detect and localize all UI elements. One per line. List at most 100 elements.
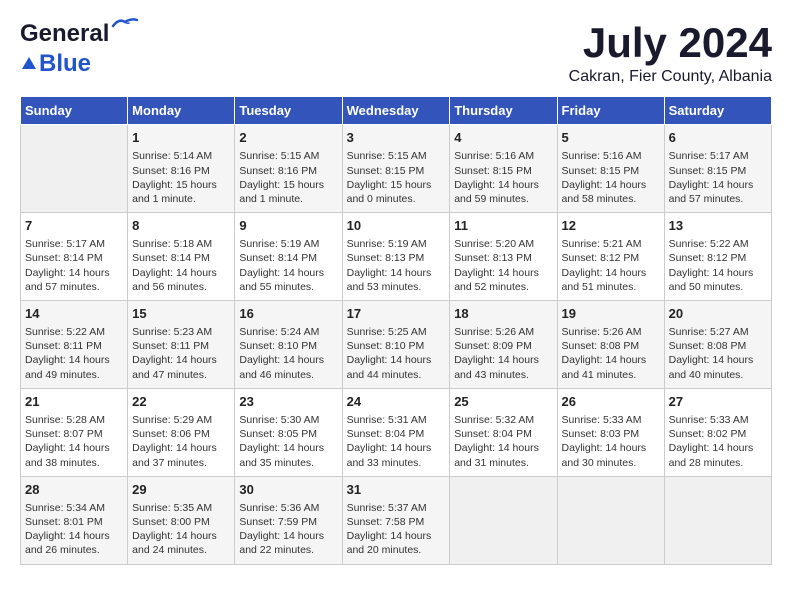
calendar-cell: 19 Sunrise: 5:26 AM Sunset: 8:08 PM Dayli…: [557, 300, 664, 388]
day-content: Sunrise: 5:28 AM Sunset: 8:07 PM Dayligh…: [25, 413, 123, 470]
day-number: 19: [562, 305, 660, 323]
day-content: Sunrise: 5:15 AM Sunset: 8:15 PM Dayligh…: [347, 149, 446, 206]
day-content: Sunrise: 5:20 AM Sunset: 8:13 PM Dayligh…: [454, 237, 552, 294]
day-content: Sunrise: 5:30 AM Sunset: 8:05 PM Dayligh…: [239, 413, 337, 470]
day-content: Sunrise: 5:15 AM Sunset: 8:16 PM Dayligh…: [239, 149, 337, 206]
day-content: Sunrise: 5:29 AM Sunset: 8:06 PM Dayligh…: [132, 413, 230, 470]
location: Cakran, Fier County, Albania: [569, 68, 772, 86]
day-number: 3: [347, 129, 446, 147]
calendar-cell: 6 Sunrise: 5:17 AM Sunset: 8:15 PM Daylig…: [664, 125, 771, 213]
calendar-week-4: 21 Sunrise: 5:28 AM Sunset: 8:07 PM Dayli…: [21, 388, 772, 476]
col-header-sunday: Sunday: [21, 97, 128, 125]
calendar-cell: 1 Sunrise: 5:14 AM Sunset: 8:16 PM Daylig…: [128, 125, 235, 213]
calendar-cell: 30 Sunrise: 5:36 AM Sunset: 7:59 PM Dayli…: [235, 476, 342, 564]
day-number: 20: [669, 305, 767, 323]
day-content: Sunrise: 5:14 AM Sunset: 8:16 PM Dayligh…: [132, 149, 230, 206]
day-content: Sunrise: 5:19 AM Sunset: 8:13 PM Dayligh…: [347, 237, 446, 294]
calendar-cell: [450, 476, 557, 564]
calendar-body: 1 Sunrise: 5:14 AM Sunset: 8:16 PM Daylig…: [21, 125, 772, 564]
calendar-cell: 22 Sunrise: 5:29 AM Sunset: 8:06 PM Dayli…: [128, 388, 235, 476]
day-content: Sunrise: 5:17 AM Sunset: 8:15 PM Dayligh…: [669, 149, 767, 206]
day-number: 28: [25, 481, 123, 499]
calendar-cell: 12Sunrise: 5:21 AM Sunset: 8:12 PM Dayli…: [557, 213, 664, 301]
calendar-cell: 5Sunrise: 5:16 AM Sunset: 8:15 PM Daylig…: [557, 125, 664, 213]
calendar-cell: 9 Sunrise: 5:19 AM Sunset: 8:14 PM Daylig…: [235, 213, 342, 301]
day-number: 1: [132, 129, 230, 147]
calendar-cell: 16Sunrise: 5:24 AM Sunset: 8:10 PM Dayli…: [235, 300, 342, 388]
day-number: 24: [347, 393, 446, 411]
calendar-cell: 7 Sunrise: 5:17 AM Sunset: 8:14 PM Daylig…: [21, 213, 128, 301]
col-header-thursday: Thursday: [450, 97, 557, 125]
logo: General Blue: [20, 20, 109, 78]
day-number: 15: [132, 305, 230, 323]
day-number: 14: [25, 305, 123, 323]
day-content: Sunrise: 5:26 AM Sunset: 8:08 PM Dayligh…: [562, 325, 660, 382]
day-number: 21: [25, 393, 123, 411]
col-header-saturday: Saturday: [664, 97, 771, 125]
logo-icon: [20, 55, 38, 73]
day-number: 5: [562, 129, 660, 147]
calendar-cell: 27Sunrise: 5:33 AM Sunset: 8:02 PM Dayli…: [664, 388, 771, 476]
day-number: 22: [132, 393, 230, 411]
day-content: Sunrise: 5:34 AM Sunset: 8:01 PM Dayligh…: [25, 501, 123, 558]
day-content: Sunrise: 5:27 AM Sunset: 8:08 PM Dayligh…: [669, 325, 767, 382]
day-content: Sunrise: 5:32 AM Sunset: 8:04 PM Dayligh…: [454, 413, 552, 470]
page-header: General Blue July 2024 Cakran, Fier Coun…: [20, 20, 772, 86]
day-number: 23: [239, 393, 337, 411]
calendar-week-3: 14Sunrise: 5:22 AM Sunset: 8:11 PM Dayli…: [21, 300, 772, 388]
day-number: 6: [669, 129, 767, 147]
day-number: 18: [454, 305, 552, 323]
day-content: Sunrise: 5:25 AM Sunset: 8:10 PM Dayligh…: [347, 325, 446, 382]
calendar-cell: 4Sunrise: 5:16 AM Sunset: 8:15 PM Daylig…: [450, 125, 557, 213]
calendar-cell: 29 Sunrise: 5:35 AM Sunset: 8:00 PM Dayli…: [128, 476, 235, 564]
calendar-cell: 14Sunrise: 5:22 AM Sunset: 8:11 PM Dayli…: [21, 300, 128, 388]
calendar-cell: 28 Sunrise: 5:34 AM Sunset: 8:01 PM Dayli…: [21, 476, 128, 564]
calendar-cell: 8Sunrise: 5:18 AM Sunset: 8:14 PM Daylig…: [128, 213, 235, 301]
calendar-cell: 2 Sunrise: 5:15 AM Sunset: 8:16 PM Daylig…: [235, 125, 342, 213]
calendar-cell: 3 Sunrise: 5:15 AM Sunset: 8:15 PM Daylig…: [342, 125, 450, 213]
day-number: 29: [132, 481, 230, 499]
day-number: 9: [239, 217, 337, 235]
day-number: 26: [562, 393, 660, 411]
day-content: Sunrise: 5:36 AM Sunset: 7:59 PM Dayligh…: [239, 501, 337, 558]
day-number: 17: [347, 305, 446, 323]
calendar-cell: [21, 125, 128, 213]
calendar-cell: 20 Sunrise: 5:27 AM Sunset: 8:08 PM Dayli…: [664, 300, 771, 388]
day-number: 10: [347, 217, 446, 235]
day-content: Sunrise: 5:35 AM Sunset: 8:00 PM Dayligh…: [132, 501, 230, 558]
col-header-friday: Friday: [557, 97, 664, 125]
day-content: Sunrise: 5:22 AM Sunset: 8:12 PM Dayligh…: [669, 237, 767, 294]
calendar-cell: 23 Sunrise: 5:30 AM Sunset: 8:05 PM Dayli…: [235, 388, 342, 476]
day-number: 31: [347, 481, 446, 499]
day-number: 13: [669, 217, 767, 235]
col-header-monday: Monday: [128, 97, 235, 125]
calendar-header-row: SundayMondayTuesdayWednesdayThursdayFrid…: [21, 97, 772, 125]
calendar-table: SundayMondayTuesdayWednesdayThursdayFrid…: [20, 96, 772, 564]
day-number: 30: [239, 481, 337, 499]
day-content: Sunrise: 5:31 AM Sunset: 8:04 PM Dayligh…: [347, 413, 446, 470]
day-content: Sunrise: 5:33 AM Sunset: 8:02 PM Dayligh…: [669, 413, 767, 470]
calendar-cell: 21 Sunrise: 5:28 AM Sunset: 8:07 PM Dayli…: [21, 388, 128, 476]
day-number: 7: [25, 217, 123, 235]
calendar-cell: 17 Sunrise: 5:25 AM Sunset: 8:10 PM Dayli…: [342, 300, 450, 388]
calendar-cell: 26Sunrise: 5:33 AM Sunset: 8:03 PM Dayli…: [557, 388, 664, 476]
day-number: 8: [132, 217, 230, 235]
day-number: 16: [239, 305, 337, 323]
day-content: Sunrise: 5:17 AM Sunset: 8:14 PM Dayligh…: [25, 237, 123, 294]
day-number: 2: [239, 129, 337, 147]
month-title: July 2024: [569, 20, 772, 66]
day-number: 12: [562, 217, 660, 235]
title-block: July 2024 Cakran, Fier County, Albania: [569, 20, 772, 86]
calendar-cell: 31Sunrise: 5:37 AM Sunset: 7:58 PM Dayli…: [342, 476, 450, 564]
day-content: Sunrise: 5:26 AM Sunset: 8:09 PM Dayligh…: [454, 325, 552, 382]
calendar-cell: [557, 476, 664, 564]
col-header-tuesday: Tuesday: [235, 97, 342, 125]
day-content: Sunrise: 5:23 AM Sunset: 8:11 PM Dayligh…: [132, 325, 230, 382]
logo-blue: Blue: [39, 50, 91, 78]
day-content: Sunrise: 5:19 AM Sunset: 8:14 PM Dayligh…: [239, 237, 337, 294]
logo-general: General: [20, 20, 109, 47]
calendar-cell: 13 Sunrise: 5:22 AM Sunset: 8:12 PM Dayli…: [664, 213, 771, 301]
day-number: 11: [454, 217, 552, 235]
day-content: Sunrise: 5:16 AM Sunset: 8:15 PM Dayligh…: [454, 149, 552, 206]
logo-bird-icon: [111, 16, 139, 32]
